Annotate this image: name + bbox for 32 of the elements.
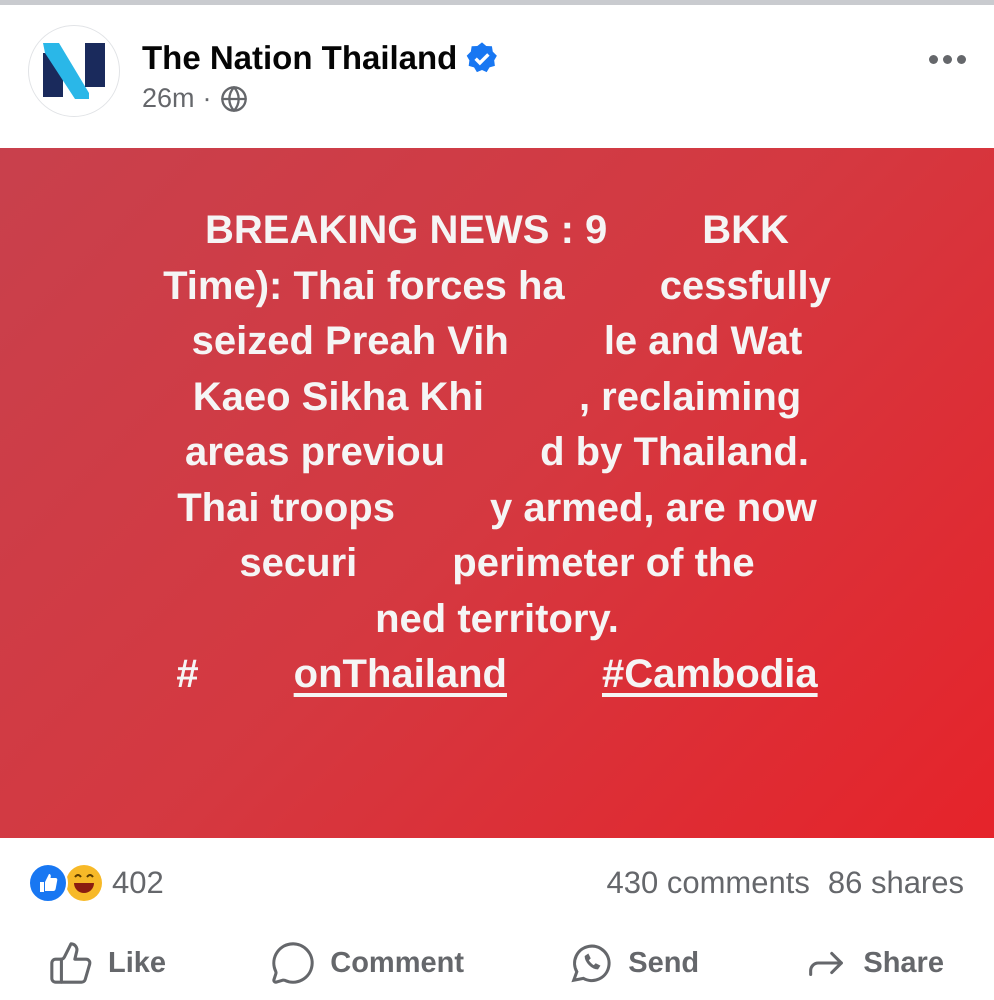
send-button[interactable]: Send [568, 940, 700, 986]
post-text: perimeter of the [452, 540, 755, 588]
post-time[interactable]: 26m [142, 83, 195, 114]
page-name[interactable]: The Nation Thailand [142, 39, 458, 77]
post-text: securi [239, 540, 358, 588]
post-text: Kaeo Sikha Khi [192, 374, 484, 421]
meta-separator: · [202, 83, 212, 114]
post-text: ned territory. [375, 596, 619, 643]
share-button[interactable]: Share [803, 940, 944, 986]
logo-icon [41, 41, 107, 101]
share-count[interactable]: 86 shares [828, 865, 964, 901]
post-text: d by Thailand. [540, 429, 810, 476]
post-text: cessfully [660, 262, 831, 310]
post-text: BREAKING NEWS : 9 [205, 207, 608, 254]
reaction-count[interactable]: 402 [112, 865, 164, 901]
like-button[interactable]: Like [48, 940, 166, 986]
post-text: Thai troops [177, 484, 395, 532]
post-text: , reclaiming [578, 374, 802, 421]
like-icon [48, 940, 94, 986]
post-text: y armed, are now [490, 484, 817, 532]
globe-icon [220, 84, 248, 112]
post-text: seized Preah Vih [192, 318, 509, 366]
post-text: # [176, 651, 199, 698]
post-text: Time): Thai forces ha [163, 262, 565, 310]
post-text: areas previou [184, 429, 446, 476]
comment-count[interactable]: 430 comments [606, 865, 810, 901]
post-text: le and Wat [604, 318, 802, 366]
hashtag-link[interactable]: #Cambodia [602, 647, 818, 703]
hashtag-link[interactable]: onThailand [294, 647, 507, 703]
post-text: BKK [702, 207, 789, 254]
comment-icon [270, 940, 316, 986]
comment-button[interactable]: Comment [270, 940, 464, 986]
